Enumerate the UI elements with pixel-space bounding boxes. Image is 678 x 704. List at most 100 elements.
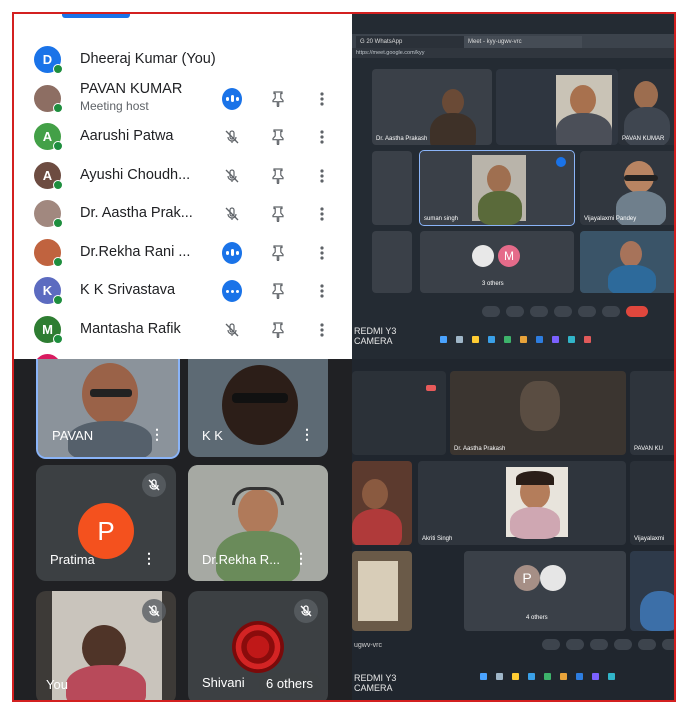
- video-tile-label: 3 others: [482, 281, 504, 287]
- more-vert-icon[interactable]: [312, 243, 332, 263]
- audio-level-icon: [222, 280, 242, 302]
- online-status-dot: [53, 256, 63, 267]
- camera-button[interactable]: [566, 639, 584, 650]
- avatar: [34, 84, 63, 113]
- participant-name: Dr. Aastha Prak...: [80, 205, 193, 221]
- video-tile[interactable]: [352, 551, 412, 631]
- video-tile[interactable]: [372, 151, 412, 225]
- more-vert-icon[interactable]: ⋮: [300, 426, 314, 443]
- more-vert-icon[interactable]: [312, 127, 332, 147]
- phone-tile-name: PAVAN: [52, 428, 94, 443]
- video-tile[interactable]: [352, 371, 446, 455]
- pin-icon[interactable]: [268, 204, 288, 224]
- participant-row[interactable]: D Dheeraj Kumar (You): [14, 41, 352, 79]
- mic-off-icon: [222, 166, 242, 186]
- video-tile[interactable]: [496, 69, 618, 145]
- pin-icon[interactable]: [268, 281, 288, 301]
- raise-hand-button[interactable]: [614, 639, 632, 650]
- participant-name: Dheeraj Kumar (You): [80, 51, 216, 67]
- pin-icon[interactable]: [268, 89, 288, 109]
- others-count-badge[interactable]: 6 others: [259, 673, 320, 694]
- video-tile[interactable]: [352, 461, 412, 545]
- avatar: P: [78, 503, 134, 559]
- camera-button[interactable]: [506, 306, 524, 317]
- participant-row[interactable]: MMonika Gupta: [14, 349, 352, 359]
- video-tile-label: Dr. Aastha Prakash: [454, 446, 506, 452]
- phone-tile-name: K K: [202, 428, 223, 443]
- mic-button[interactable]: [482, 306, 500, 317]
- online-status-dot: [53, 102, 63, 113]
- video-tile-label: 4 others: [526, 615, 548, 621]
- browser-tab-bar: G 20 WhatsApp Meet - kyy-ugwv-vrc: [352, 34, 674, 48]
- avatar: D: [34, 46, 63, 74]
- present-button[interactable]: [578, 306, 596, 317]
- more-vert-icon[interactable]: ⋮: [294, 550, 308, 567]
- raise-hand-button[interactable]: [554, 306, 572, 317]
- online-status-dot: [53, 333, 63, 344]
- captions-button[interactable]: [530, 306, 548, 317]
- browser-tab-meet[interactable]: Meet - kyy-ugwv-vrc: [464, 36, 582, 48]
- video-tile[interactable]: PAVAN KU: [630, 371, 674, 455]
- browser-url-bar[interactable]: https://meet.google.com/kyy: [352, 48, 674, 58]
- end-call-button[interactable]: [626, 306, 648, 317]
- video-tile[interactable]: PAVAN KUMAR: [618, 69, 674, 145]
- video-tile-others[interactable]: P 4 others: [464, 551, 626, 631]
- more-vert-icon[interactable]: [312, 89, 332, 109]
- participant-row[interactable]: M Mantasha Rafik: [14, 311, 352, 349]
- browser-tab-whatsapp[interactable]: G 20 WhatsApp: [356, 36, 464, 48]
- audio-level-icon: [222, 87, 242, 110]
- video-tile[interactable]: Dr. Aastha Prakash: [372, 69, 492, 145]
- participant-row[interactable]: A Aarushi Patwa: [14, 118, 352, 156]
- pin-icon[interactable]: [268, 166, 288, 186]
- audio-level-icon: [222, 241, 242, 264]
- video-tile[interactable]: [372, 231, 412, 293]
- mic-off-icon: [294, 599, 318, 623]
- more-options-button[interactable]: [662, 639, 674, 650]
- phone-tile-name: Shivani: [202, 675, 245, 690]
- more-vert-icon[interactable]: ⋮: [142, 550, 156, 567]
- participant-role: Meeting host: [80, 98, 149, 113]
- participant-name: Mantasha Rafik: [80, 320, 181, 337]
- video-tile[interactable]: [580, 231, 674, 293]
- phone-tile-you[interactable]: You: [36, 591, 176, 700]
- more-vert-icon[interactable]: [312, 204, 332, 224]
- video-tile[interactable]: Vijayalaxmi: [630, 461, 674, 545]
- video-tile[interactable]: Dr. Aastha Prakash: [450, 371, 626, 455]
- captions-button[interactable]: [590, 639, 608, 650]
- more-vert-icon[interactable]: ⋮: [150, 426, 164, 443]
- online-status-dot: [53, 295, 63, 305]
- phone-tile-pratima[interactable]: P Pratima ⋮: [36, 465, 176, 581]
- online-status-dot: [53, 64, 63, 74]
- more-options-button[interactable]: [602, 306, 620, 317]
- participant-row[interactable]: Dr. Aastha Prak...: [14, 195, 352, 233]
- more-vert-icon[interactable]: [312, 320, 332, 340]
- participant-row[interactable]: PAVAN KUMAR Meeting host: [14, 80, 352, 118]
- phone-tile-pavan[interactable]: PAVAN ⋮: [36, 359, 180, 459]
- laptop-screen-top: G 20 WhatsApp Meet - kyy-ugwv-vrc https:…: [352, 14, 674, 359]
- participant-row[interactable]: Dr.Rekha Rani ...: [14, 234, 352, 272]
- video-tile-active[interactable]: suman singh: [419, 150, 575, 226]
- phone-tile-kk[interactable]: K K ⋮: [188, 359, 328, 457]
- more-vert-icon[interactable]: [312, 281, 332, 301]
- video-tile[interactable]: Akriti Singh: [418, 461, 626, 545]
- pin-icon[interactable]: [268, 320, 288, 340]
- mic-off-icon: [142, 599, 166, 623]
- avatar: A: [34, 123, 63, 151]
- meeting-code: ugwv-vrc: [354, 642, 383, 649]
- phone-tile-rekha[interactable]: Dr.Rekha R... ⋮: [188, 465, 328, 581]
- phone-tile-shivani[interactable]: Shivani 6 others: [188, 591, 328, 700]
- participant-name: Aarushi Patwa: [80, 128, 174, 144]
- participant-row[interactable]: K K K Srivastava: [14, 272, 352, 310]
- mic-button[interactable]: [542, 639, 560, 650]
- mic-off-icon: [222, 320, 242, 340]
- present-button[interactable]: [638, 639, 656, 650]
- video-tile[interactable]: [630, 551, 674, 631]
- participant-name: Ayushi Choudh...: [80, 166, 191, 183]
- video-tile[interactable]: Vijayalaxmi Pandey: [580, 151, 674, 225]
- participant-name: PAVAN KUMAR: [80, 80, 183, 97]
- more-vert-icon[interactable]: [312, 166, 332, 186]
- pin-icon[interactable]: [268, 127, 288, 147]
- participant-row[interactable]: A Ayushi Choudh...: [14, 157, 352, 195]
- video-tile-others[interactable]: M 3 others: [420, 231, 574, 293]
- pin-icon[interactable]: [268, 243, 288, 263]
